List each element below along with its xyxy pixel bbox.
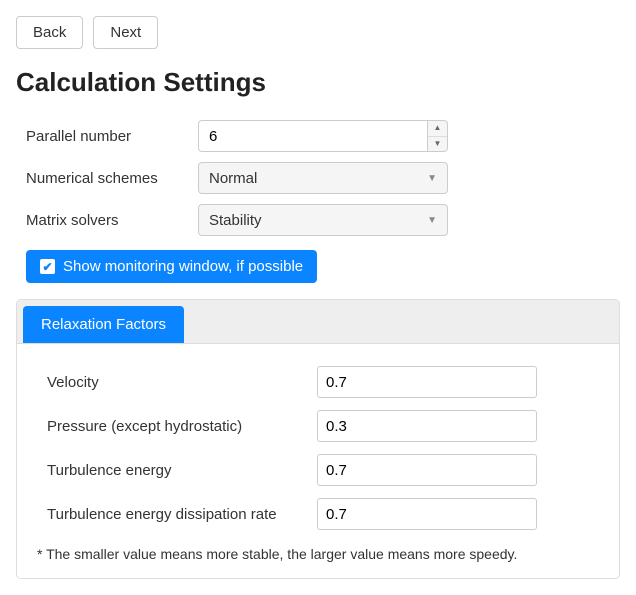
numerical-schemes-label: Numerical schemes	[26, 170, 198, 187]
next-button[interactable]: Next	[93, 16, 158, 49]
show-monitoring-toggle[interactable]: ✔ Show monitoring window, if possible	[26, 250, 317, 283]
back-button[interactable]: Back	[16, 16, 83, 49]
matrix-solvers-label: Matrix solvers	[26, 212, 198, 229]
tabbar: Relaxation Factors	[17, 300, 619, 344]
check-icon: ✔	[40, 259, 55, 274]
relaxation-panel: Relaxation Factors Velocity Pressure (ex…	[16, 299, 620, 579]
panel-body: Velocity Pressure (except hydrostatic) T…	[17, 344, 619, 578]
parallel-number-stepper[interactable]: ▲ ▼	[198, 120, 448, 152]
page-title: Calculation Settings	[16, 67, 620, 98]
spinner-down-icon[interactable]: ▼	[428, 137, 447, 152]
settings-grid: Parallel number ▲ ▼ Numerical schemes No…	[26, 120, 620, 236]
pressure-input[interactable]	[317, 410, 537, 442]
turbulence-energy-input[interactable]	[317, 454, 537, 486]
nav-row: Back Next	[16, 16, 620, 49]
chevron-down-icon: ▼	[427, 215, 437, 226]
tab-relaxation-factors[interactable]: Relaxation Factors	[23, 306, 184, 343]
pressure-label: Pressure (except hydrostatic)	[47, 418, 317, 435]
spinner-buttons: ▲ ▼	[428, 120, 448, 152]
numerical-schemes-select[interactable]: Normal ▼	[198, 162, 448, 194]
matrix-solvers-select[interactable]: Stability ▼	[198, 204, 448, 236]
show-monitoring-label: Show monitoring window, if possible	[63, 258, 303, 275]
matrix-solvers-value: Stability	[209, 212, 427, 229]
parallel-number-label: Parallel number	[26, 128, 198, 145]
turbulence-energy-label: Turbulence energy	[47, 462, 317, 479]
relaxation-grid: Velocity Pressure (except hydrostatic) T…	[47, 366, 603, 530]
chevron-down-icon: ▼	[427, 173, 437, 184]
parallel-number-input[interactable]	[198, 120, 428, 152]
numerical-schemes-value: Normal	[209, 170, 427, 187]
spinner-up-icon[interactable]: ▲	[428, 121, 447, 137]
turbulence-dissipation-label: Turbulence energy dissipation rate	[47, 506, 317, 523]
velocity-input[interactable]	[317, 366, 537, 398]
velocity-label: Velocity	[47, 374, 317, 391]
turbulence-dissipation-input[interactable]	[317, 498, 537, 530]
relaxation-footnote: * The smaller value means more stable, t…	[37, 546, 603, 562]
